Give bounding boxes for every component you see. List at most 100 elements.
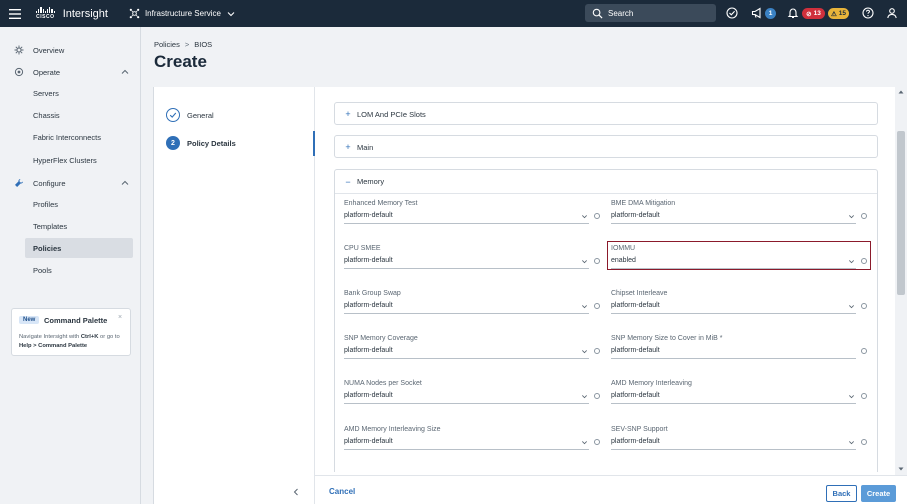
critical-alarm-count: 13 — [813, 10, 821, 17]
section-header[interactable]: + Main — [335, 136, 877, 158]
bell-icon[interactable] — [787, 7, 799, 19]
brand-name[interactable]: Intersight — [63, 8, 108, 20]
critical-alarm-icon: ⊘ — [806, 10, 812, 18]
chevron-down-icon[interactable] — [848, 213, 855, 220]
search-input[interactable]: Search — [585, 4, 716, 22]
chevron-up-icon — [121, 69, 129, 74]
field-value[interactable]: platform-default — [611, 392, 660, 399]
collapse-left-icon[interactable] — [291, 487, 301, 497]
memory-field[interactable]: Bank Group Swap platform-default — [344, 290, 602, 320]
field-value[interactable]: platform-default — [344, 347, 393, 354]
field-value[interactable]: platform-default — [611, 347, 660, 354]
step-general[interactable]: General — [166, 108, 214, 122]
field-value[interactable]: platform-default — [344, 438, 393, 445]
field-value[interactable]: platform-default — [611, 438, 660, 445]
info-icon[interactable] — [861, 393, 867, 399]
memory-field[interactable]: AMD Memory Interleaving platform-default — [611, 380, 869, 410]
chevron-down-icon[interactable] — [848, 393, 855, 400]
info-icon[interactable] — [594, 213, 600, 219]
chevron-down-icon[interactable] — [581, 213, 588, 220]
hamburger-icon[interactable] — [0, 0, 30, 27]
info-icon[interactable] — [594, 303, 600, 309]
warning-alarm-icon: ⚠ — [830, 10, 837, 18]
section-header[interactable]: − Memory — [335, 170, 877, 193]
chevron-down-icon[interactable] — [581, 258, 588, 265]
breadcrumb-policies[interactable]: Policies — [154, 40, 180, 49]
announcement-badge[interactable]: 1 — [765, 8, 776, 19]
scroll-up-icon[interactable] — [898, 89, 904, 95]
sidebar-item-configure[interactable]: Configure — [0, 173, 141, 193]
sidebar-item-overview[interactable]: Overview — [0, 40, 141, 60]
cancel-button[interactable]: Cancel — [329, 487, 355, 496]
chevron-down-icon[interactable] — [581, 439, 588, 446]
info-icon[interactable] — [861, 303, 867, 309]
sidebar-item-chassis[interactable]: Chassis — [0, 105, 141, 125]
field-underline — [344, 223, 589, 224]
memory-field[interactable]: NUMA Nodes per Socket platform-default — [344, 380, 602, 410]
command-palette-link[interactable]: Help > Command Palette — [19, 343, 87, 349]
breadcrumb: Policies > BIOS — [154, 40, 212, 49]
sidebar-item-profiles[interactable]: Profiles — [0, 194, 141, 214]
section-lom-pcie[interactable]: + LOM And PCIe Slots — [334, 102, 878, 125]
new-badge: New — [19, 316, 40, 324]
step-policy-details[interactable]: 2 Policy Details — [166, 136, 236, 150]
field-value[interactable]: platform-default — [611, 212, 660, 219]
sidebar-item-fabric-interconnects[interactable]: Fabric Interconnects — [0, 127, 141, 147]
chevron-down-icon[interactable] — [581, 303, 588, 310]
check-circle-icon[interactable] — [726, 7, 738, 19]
memory-field[interactable]: Chipset Interleave platform-default — [611, 290, 869, 320]
field-underline — [611, 403, 856, 404]
info-icon[interactable] — [861, 348, 867, 354]
info-icon[interactable] — [594, 258, 600, 264]
info-icon[interactable] — [861, 213, 867, 219]
field-value[interactable]: platform-default — [344, 392, 393, 399]
memory-field[interactable]: Enhanced Memory Test platform-default — [344, 200, 602, 230]
create-button[interactable]: Create — [861, 485, 896, 502]
memory-field[interactable]: SNP Memory Coverage platform-default — [344, 335, 602, 365]
section-main[interactable]: + Main — [334, 135, 878, 158]
chevron-down-icon[interactable] — [581, 393, 588, 400]
field-underline — [344, 313, 589, 314]
chevron-down-icon[interactable] — [848, 303, 855, 310]
chevron-down-icon[interactable] — [581, 348, 588, 355]
scrollbar-thumb[interactable] — [897, 131, 905, 295]
field-value[interactable]: platform-default — [344, 257, 393, 264]
field-value[interactable]: platform-default — [344, 302, 393, 309]
expand-icon: + — [345, 109, 351, 119]
info-icon[interactable] — [594, 348, 600, 354]
breadcrumb-bios: BIOS — [194, 40, 213, 49]
sidebar-item-templates[interactable]: Templates — [0, 216, 141, 236]
memory-field[interactable]: SNP Memory Size to Cover in MiB * platfor… — [611, 335, 869, 365]
sidebar-item-servers[interactable]: Servers — [0, 83, 141, 103]
memory-field[interactable]: AMD Memory Interleaving Size platform-def… — [344, 426, 602, 456]
sidebar-item-hyperflex-clusters[interactable]: HyperFlex Clusters — [0, 150, 141, 170]
section-title: Memory — [357, 177, 385, 186]
memory-field[interactable]: CPU SMEE platform-default — [344, 245, 602, 275]
info-icon[interactable] — [861, 439, 867, 445]
close-icon[interactable]: × — [118, 314, 122, 321]
field-underline — [344, 449, 589, 450]
collapse-icon: − — [345, 176, 351, 187]
megaphone-icon[interactable] — [751, 7, 763, 19]
memory-field[interactable]: BME DMA Mitigation platform-default — [611, 200, 869, 230]
user-icon[interactable] — [886, 7, 898, 19]
info-icon[interactable] — [594, 439, 600, 445]
field-value[interactable]: platform-default — [611, 302, 660, 309]
critical-alarm-badge[interactable]: ⊘ 13 — [802, 8, 825, 19]
sidebar-item-pools[interactable]: Pools — [0, 260, 141, 280]
section-memory: − Memory Enhanced Memory Test platform-def… — [334, 169, 878, 472]
info-icon[interactable] — [594, 393, 600, 399]
service-selector[interactable]: Infrastructure Service — [129, 8, 240, 19]
section-header[interactable]: + LOM And PCIe Slots — [335, 103, 877, 125]
field-label: SNP Memory Size to Cover in MiB * — [611, 335, 723, 342]
scroll-down-icon[interactable] — [898, 466, 904, 472]
help-icon[interactable] — [862, 7, 874, 19]
sidebar-item-operate[interactable]: Operate — [0, 62, 141, 82]
warning-alarm-badge[interactable]: ⚠ 15 — [828, 8, 849, 19]
chevron-down-icon[interactable] — [848, 439, 855, 446]
back-button[interactable]: Back — [826, 485, 857, 502]
command-palette-title: Command Palette — [44, 316, 108, 325]
memory-field[interactable]: SEV-SNP Support platform-default — [611, 426, 869, 456]
field-value[interactable]: platform-default — [344, 212, 393, 219]
sidebar-item-policies[interactable]: Policies — [25, 238, 133, 258]
